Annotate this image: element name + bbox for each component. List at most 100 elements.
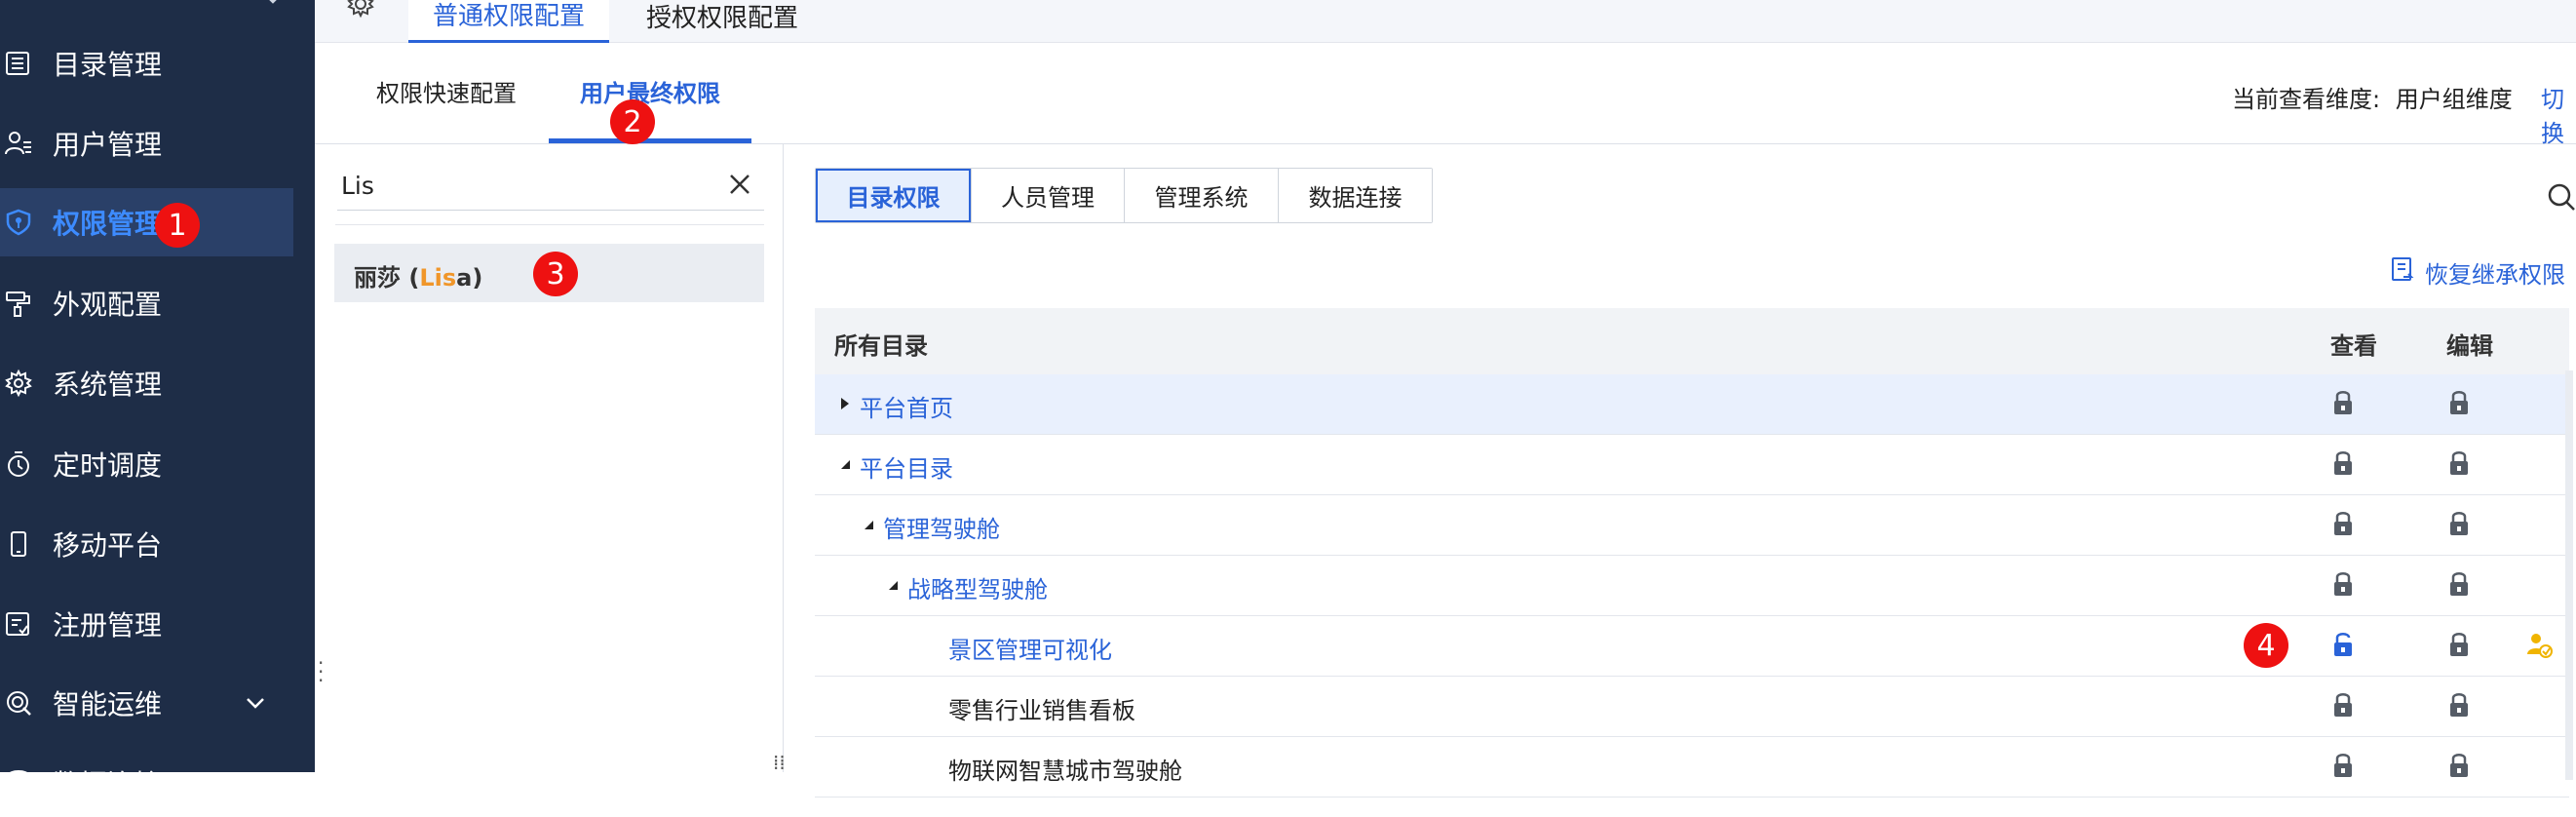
column-header-edit: 编辑 [2446,332,2493,360]
tab-quick-config[interactable]: 权限快速配置 [376,74,517,108]
table-row[interactable]: 管理驾驶舱 [815,495,2569,556]
step-callout-3: 3 [533,252,578,296]
table-header: 所有目录 查看 编辑 [815,308,2569,374]
catalog-name[interactable]: 平台目录 [860,449,953,484]
lock-icon[interactable] [2330,448,2356,478]
sidebar-item-system[interactable]: 系统管理 [0,349,315,417]
catalog-name[interactable]: 景区管理可视化 [948,631,1112,665]
sidebar-item-mobile[interactable]: 移动平台 [0,510,315,578]
sidebar-item-users[interactable]: 用户管理 [0,109,315,177]
sidebar-item-appearance[interactable]: 外观配置 [0,269,315,337]
lock-icon[interactable] [2330,509,2356,538]
tab-normal-permission[interactable]: 普通权限配置 [408,0,609,43]
dimension-indicator: 当前查看维度: 用户组维度 [2232,80,2513,114]
top-tab-bar: 普通权限配置 授权权限配置 [315,0,2576,43]
step-callout-4: 4 [2244,623,2288,668]
caret-right-icon[interactable] [838,396,852,411]
lock-icon[interactable] [2446,751,2472,780]
lock-icon[interactable] [2330,690,2356,720]
step-callout-1: 1 [155,203,200,248]
sidebar-item-permissions[interactable]: 权限管理 [0,188,293,256]
divider [315,143,2576,144]
catalog-name[interactable]: 物联网智慧城市驾驶舱 [948,752,1182,786]
tab-grant-permission[interactable]: 授权权限配置 [622,0,823,43]
gear-icon[interactable] [344,0,377,21]
table-row[interactable]: 零售行业销售看板 [815,677,2569,737]
tab-data-connection[interactable]: 数据连接 [1278,169,1432,222]
column-header-catalog: 所有目录 [834,332,928,360]
tab-personnel[interactable]: 人员管理 [971,169,1124,222]
tab-catalog-permission[interactable]: 目录权限 [816,169,971,222]
lock-icon[interactable] [2446,569,2472,599]
catalog-name[interactable]: 平台首页 [860,389,953,423]
lock-icon[interactable] [2330,569,2356,599]
scrollbar[interactable] [2565,370,2573,780]
collapse-icon[interactable] [261,0,290,14]
table-row[interactable]: 平台首页 [815,374,2569,435]
sidebar-item-catalog[interactable]: 目录管理 [0,29,315,97]
restore-icon [2390,255,2415,289]
chevron-down-icon[interactable] [244,691,267,715]
restore-label: 恢复继承权限 [2425,260,2565,289]
dimension-label: 当前查看维度: [2232,86,2381,113]
search-match-highlight: Lis [419,264,457,292]
sidebar-item-label: 定时调度 [53,449,163,482]
tab-user-final-permission[interactable]: 用户最终权限 [580,74,720,108]
restore-inherit-button[interactable]: 恢复继承权限 [2390,255,2565,289]
lock-icon[interactable] [2446,509,2472,538]
lock-icon[interactable] [2330,388,2356,417]
list-icon [4,49,33,78]
step-callout-2: 2 [610,99,655,144]
database-icon [4,768,33,798]
table-row[interactable]: 战略型驾驶舱 [815,556,2569,616]
search-value: Lis [341,172,374,200]
sidebar-item-register[interactable]: 注册管理 [0,590,315,658]
panel-resize-handle[interactable]: ⁞⁞ [773,751,786,774]
ops-icon [4,688,33,718]
switch-dimension-link[interactable]: 切换 [2541,80,2576,148]
caret-down-icon[interactable] [862,517,875,532]
sidebar-item-label: 移动平台 [53,529,163,562]
lock-icon[interactable] [2446,388,2472,417]
sidebar-item-label: 智能运维 [53,688,163,720]
user-name-suffix: a) [456,264,483,292]
search-icon[interactable] [2546,181,2576,213]
caret-down-icon[interactable] [838,456,852,472]
sidebar: 目录管理 用户管理 权限管理 外观配置 系统管理 定时调度 移动平台 注册管理 … [0,0,315,800]
caret-down-icon[interactable] [886,577,900,593]
user-name-prefix: 丽莎 ( [354,264,420,292]
shield-icon [4,208,33,237]
table-row[interactable]: 平台目录 [815,435,2569,495]
sidebar-item-label: 外观配置 [53,289,163,321]
user-permission-icon[interactable] [2524,630,2553,659]
catalog-name[interactable]: 战略型驾驶舱 [907,570,1048,604]
lock-icon[interactable] [2446,448,2472,478]
close-icon[interactable] [727,172,752,197]
lock-icon[interactable] [2446,630,2472,659]
sidebar-item-schedule[interactable]: 定时调度 [0,430,315,498]
paint-roller-icon [4,289,33,318]
sidebar-item-label: 系统管理 [53,369,163,401]
sidebar-item-label: 权限管理 [53,208,163,240]
sidebar-resize-handle[interactable]: · · · [318,653,324,690]
dimension-value: 用户组维度 [2395,86,2513,113]
sidebar-item-label: 目录管理 [53,49,163,81]
table-row[interactable]: 物联网智慧城市驾驶舱 [815,737,2569,798]
sidebar-item-label: 注册管理 [53,609,163,642]
lock-icon[interactable] [2330,751,2356,780]
tab-management-system[interactable]: 管理系统 [1124,169,1278,222]
catalog-name[interactable]: 管理驾驶舱 [883,510,1000,544]
mobile-icon [4,529,33,559]
sidebar-item-ops[interactable]: 智能运维 [0,669,315,737]
timer-icon [4,449,33,479]
user-search-input[interactable]: Lis [337,162,764,211]
sidebar-item-data-connection[interactable]: 数据连接 [0,749,315,817]
divider [335,224,764,225]
lock-icon[interactable] [2446,690,2472,720]
user-list-icon [4,129,33,158]
table-row[interactable]: 景区管理可视化 [815,616,2569,677]
catalog-name[interactable]: 零售行业销售看板 [948,691,1135,725]
unlock-icon[interactable] [2330,630,2356,659]
sidebar-item-label: 数据连接 [53,768,163,800]
gear-icon [4,369,33,398]
